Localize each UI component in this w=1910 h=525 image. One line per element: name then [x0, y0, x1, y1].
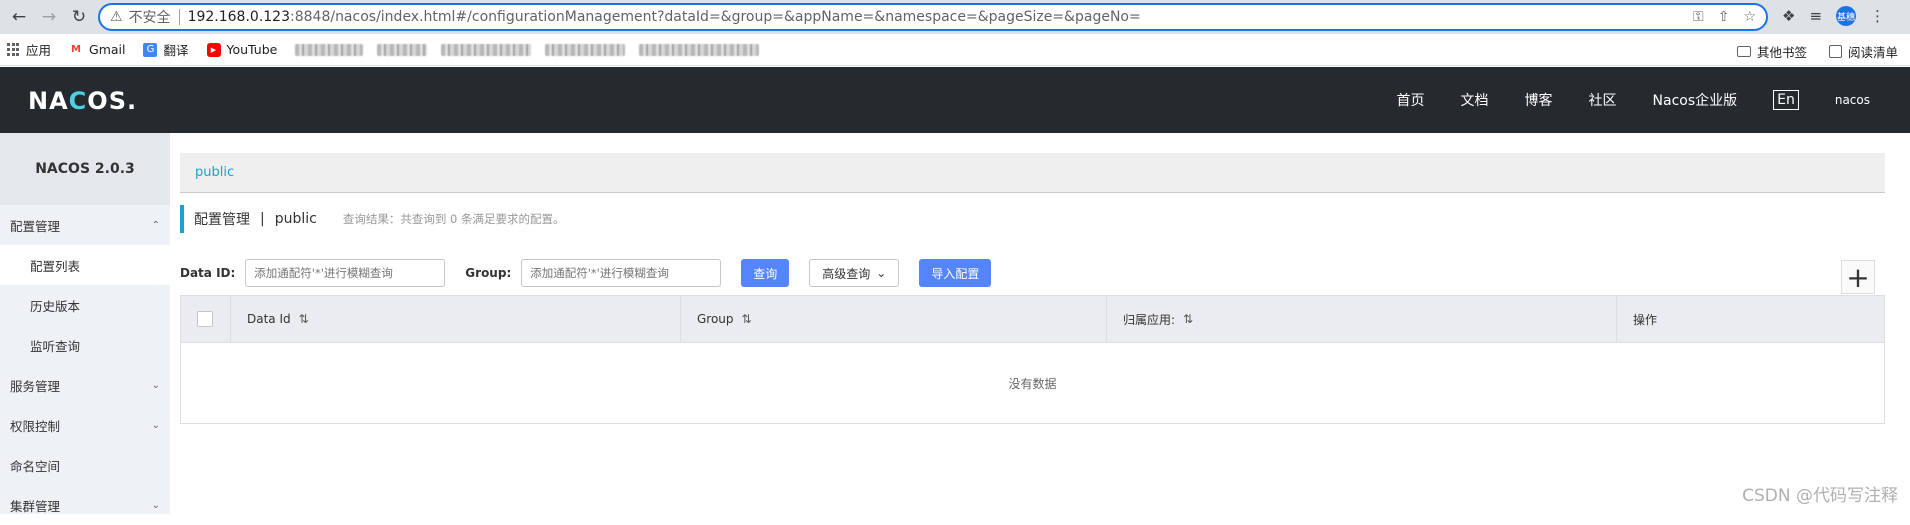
back-arrow-icon[interactable]: ←	[8, 6, 30, 28]
dataid-label: Data ID:	[180, 266, 235, 280]
top-nav: 首页 文档 博客 社区 Nacos企业版 En nacos	[1361, 67, 1870, 133]
other-bookmarks[interactable]: 其他书签	[1737, 42, 1807, 61]
blurred-bookmark[interactable]	[545, 44, 625, 56]
chevron-up-icon: ⌃	[152, 220, 160, 231]
select-all-checkbox[interactable]	[197, 311, 213, 327]
query-result-text: 查询结果：共查询到 0 条满足要求的配置。	[343, 211, 565, 227]
sidebar: NACOS 2.0.3 配置管理 ⌃ 配置列表 历史版本 监听查询 服务管理 ⌄…	[0, 133, 170, 514]
breadcrumb: 配置管理 | public 查询结果：共查询到 0 条满足要求的配置。	[180, 205, 564, 233]
table-header: Data Id ⇅ Group ⇅ 归属应用: ⇅ 操作	[181, 296, 1884, 343]
nav-home[interactable]: 首页	[1397, 90, 1425, 110]
reading-list-icon	[1829, 45, 1842, 58]
group-label: Group:	[465, 266, 511, 280]
column-actions: 操作	[1617, 296, 1884, 343]
blurred-bookmark[interactable]	[441, 44, 531, 56]
url-path: :8848/nacos/index.html#/configurationMan…	[290, 9, 1141, 25]
translate-icon: G	[143, 43, 157, 57]
bookmark-apps[interactable]: 应用	[6, 40, 51, 59]
sort-icon[interactable]: ⇅	[742, 312, 752, 326]
main-content: public 配置管理 | public 查询结果：共查询到 0 条满足要求的配…	[180, 133, 1885, 514]
extensions-icon[interactable]: ❖	[1782, 7, 1795, 25]
bookmark-gmail[interactable]: M Gmail	[69, 42, 125, 57]
youtube-icon: ▶	[207, 43, 221, 57]
apps-grid-icon	[6, 43, 20, 57]
url-host: 192.168.0.123	[188, 9, 290, 25]
browser-toolbar: ← → ↻ ⚠ 不安全 192.168.0.123:8848/nacos/ind…	[0, 0, 1910, 34]
page-title: 配置管理	[194, 209, 250, 229]
nav-enterprise[interactable]: Nacos企业版	[1653, 90, 1738, 110]
column-dataid[interactable]: Data Id ⇅	[231, 296, 681, 343]
menu-kebab-icon[interactable]: ⋮	[1870, 7, 1885, 25]
dataid-input[interactable]	[245, 259, 445, 287]
watermark: CSDN @代码写注释	[1742, 481, 1898, 506]
sort-icon[interactable]: ⇅	[1183, 312, 1193, 326]
nav-community[interactable]: 社区	[1589, 90, 1617, 110]
breadcrumb-namespace: public	[275, 211, 317, 227]
chevron-down-icon: ⌄	[152, 500, 160, 511]
sidebar-item-listener[interactable]: 监听查询	[0, 325, 170, 365]
chevron-down-icon: ⌄	[152, 380, 160, 391]
forward-arrow-icon[interactable]: →	[38, 6, 60, 28]
group-input[interactable]	[521, 259, 721, 287]
share-icon[interactable]: ⇧	[1718, 9, 1730, 25]
namespace-bar: public	[180, 153, 1885, 193]
star-icon[interactable]: ☆	[1743, 9, 1756, 25]
folder-icon	[1737, 46, 1751, 57]
sidebar-title: NACOS 2.0.3	[0, 133, 170, 205]
reading-list[interactable]: 阅读清单	[1829, 42, 1898, 61]
address-bar[interactable]: ⚠ 不安全 192.168.0.123:8848/nacos/index.htm…	[98, 3, 1768, 31]
user-name[interactable]: nacos	[1835, 93, 1870, 107]
sidebar-item-namespace[interactable]: 命名空间	[0, 445, 170, 485]
media-queue-icon[interactable]: ≡	[1809, 7, 1822, 25]
nav-docs[interactable]: 文档	[1461, 90, 1489, 110]
blurred-bookmark[interactable]	[295, 44, 363, 56]
import-config-button[interactable]: 导入配置	[919, 259, 991, 287]
gmail-icon: M	[69, 43, 83, 57]
sidebar-item-history[interactable]: 历史版本	[0, 285, 170, 325]
blurred-bookmark[interactable]	[639, 44, 759, 56]
query-button[interactable]: 查询	[741, 259, 789, 287]
add-config-button[interactable]: +	[1841, 260, 1875, 294]
nav-blog[interactable]: 博客	[1525, 90, 1553, 110]
sidebar-item-config-management[interactable]: 配置管理 ⌃	[0, 205, 170, 245]
reload-icon[interactable]: ↻	[68, 6, 90, 28]
empty-state: 没有数据	[181, 343, 1884, 423]
bookmark-youtube[interactable]: ▶ YouTube	[207, 42, 278, 57]
chevron-down-icon: ⌄	[876, 266, 886, 280]
bookmarks-bar: 应用 M Gmail G 翻译 ▶ YouTube 其他书签 阅读清单	[0, 34, 1910, 66]
advanced-query-button[interactable]: 高级查询 ⌄	[809, 259, 899, 287]
insecure-label: 不安全	[129, 7, 171, 27]
nacos-logo[interactable]: NACOS.	[28, 87, 137, 115]
select-all-cell	[181, 296, 231, 343]
profile-avatar[interactable]: 基穗	[1836, 6, 1856, 26]
sidebar-item-cluster-management[interactable]: 集群管理 ⌄	[0, 485, 170, 525]
bookmark-translate[interactable]: G 翻译	[143, 40, 188, 59]
sidebar-item-access-control[interactable]: 权限控制 ⌄	[0, 405, 170, 445]
sort-icon[interactable]: ⇅	[299, 312, 309, 326]
blurred-bookmark[interactable]	[377, 44, 427, 56]
warning-icon: ⚠	[110, 9, 123, 25]
column-group[interactable]: Group ⇅	[681, 296, 1107, 343]
sidebar-item-config-list[interactable]: 配置列表	[0, 245, 170, 285]
key-icon[interactable]: ⚿	[1693, 9, 1704, 25]
namespace-tab-public[interactable]: public	[195, 165, 234, 180]
sidebar-item-service-management[interactable]: 服务管理 ⌄	[0, 365, 170, 405]
column-app[interactable]: 归属应用: ⇅	[1107, 296, 1617, 343]
app-header: NACOS. 首页 文档 博客 社区 Nacos企业版 En nacos	[0, 67, 1910, 133]
chevron-down-icon: ⌄	[152, 420, 160, 431]
filter-bar: Data ID: Group: 查询 高级查询 ⌄ 导入配置	[180, 253, 1885, 293]
language-toggle[interactable]: En	[1773, 90, 1799, 110]
config-table: Data Id ⇅ Group ⇅ 归属应用: ⇅ 操作 没有数据	[180, 295, 1885, 424]
omnibox-divider	[179, 9, 180, 25]
breadcrumb-separator: |	[260, 211, 265, 227]
